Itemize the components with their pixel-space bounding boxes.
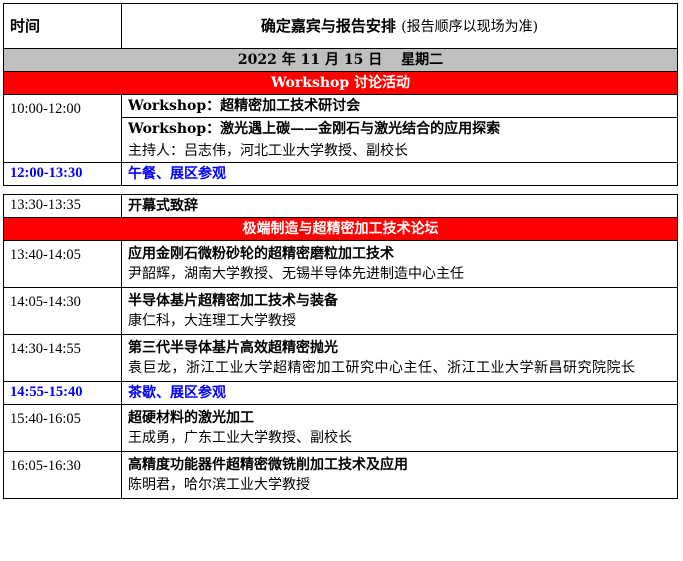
workshop-host: 主持人：吕志伟，河北工业大学教授、副校长 — [121, 140, 678, 163]
time-cell: 12:00-13:30 — [3, 162, 122, 186]
table-row: 13:40-14:05 应用金刚石微粉砂轮的超精密磨粒加工技术 — [3, 240, 678, 288]
talk-speaker: 尹韶辉，湖南大学教授、无锡半导体先进制造中心主任 — [121, 264, 678, 288]
session-title: 开幕式致辞 — [121, 194, 678, 218]
time-cell: 14:05-14:30 — [3, 287, 122, 335]
talk-speaker: 袁巨龙，浙江工业大学超精密加工研究中心主任、浙江工业大学新昌研究院院长 — [121, 358, 678, 382]
table-row: 15:40-16:05 超硬材料的激光加工 — [3, 404, 678, 452]
gap-cell — [3, 185, 678, 195]
time-cell: 14:30-14:55 — [3, 334, 122, 382]
talk-title: 高精度功能器件超精密微铣削加工技术及应用 — [121, 451, 678, 475]
workshop-item: Workshop：激光遇上碳——金刚石与激光结合的应用探索 — [121, 117, 678, 140]
section-workshop: Workshop 讨论活动 — [3, 71, 678, 95]
talk-title: 第三代半导体基片高效超精密抛光 — [121, 334, 678, 358]
table-row: 16:05-16:30 高精度功能器件超精密微铣削加工技术及应用 — [3, 451, 678, 499]
header-topic: 确定嘉宾与报告安排 (报告顺序以现场为准) — [121, 3, 678, 49]
time-cell: 14:55-15:40 — [3, 381, 122, 405]
talk-title: 超硬材料的激光加工 — [121, 404, 678, 428]
time-cell: 10:00-12:00 — [3, 94, 122, 163]
gap-row — [3, 185, 678, 195]
table-row: 14:05-14:30 半导体基片超精密加工技术与装备 — [3, 287, 678, 335]
section-row-forum: 极端制造与超精密加工技术论坛 — [3, 217, 678, 241]
section-row-workshop: Workshop 讨论活动 — [3, 71, 678, 95]
table-row: 13:30-13:35 开幕式致辞 — [3, 194, 678, 218]
talk-title: 半导体基片超精密加工技术与装备 — [121, 287, 678, 311]
talk-speaker: 王成勇，广东工业大学教授、副校长 — [121, 428, 678, 452]
time-cell: 15:40-16:05 — [3, 404, 122, 452]
time-cell: 13:30-13:35 — [3, 194, 122, 218]
workshop-item: Workshop：超精密加工技术研讨会 — [121, 94, 678, 118]
section-forum: 极端制造与超精密加工技术论坛 — [3, 217, 678, 241]
date-cell: 2022 年 11 月 15 日 星期二 — [3, 48, 678, 72]
table-row: 10:00-12:00 Workshop：超精密加工技术研讨会 — [3, 94, 678, 163]
talk-title: 应用金刚石微粉砂轮的超精密磨粒加工技术 — [121, 240, 678, 264]
time-cell: 13:40-14:05 — [3, 240, 122, 288]
break-label: 午餐、展区参观 — [121, 162, 678, 186]
talk-speaker: 康仁科，大连理工大学教授 — [121, 311, 678, 335]
header-topic-note: (报告顺序以现场为准) — [401, 18, 539, 35]
schedule-table: 时间 确定嘉宾与报告安排 (报告顺序以现场为准) 2022 年 11 月 15 … — [3, 3, 678, 499]
header-time: 时间 — [3, 3, 122, 49]
date-row: 2022 年 11 月 15 日 星期二 — [3, 48, 678, 72]
table-row: 14:30-14:55 第三代半导体基片高效超精密抛光 — [3, 334, 678, 382]
break-label: 茶歇、展区参观 — [121, 381, 678, 405]
time-cell: 16:05-16:30 — [3, 451, 122, 499]
header-topic-title: 确定嘉宾与报告安排 — [260, 16, 396, 35]
table-row: 14:55-15:40 茶歇、展区参观 — [3, 381, 678, 405]
table-row: 12:00-13:30 午餐、展区参观 — [3, 162, 678, 186]
header-row: 时间 确定嘉宾与报告安排 (报告顺序以现场为准) — [3, 3, 678, 49]
talk-speaker: 陈明君，哈尔滨工业大学教授 — [121, 475, 678, 499]
